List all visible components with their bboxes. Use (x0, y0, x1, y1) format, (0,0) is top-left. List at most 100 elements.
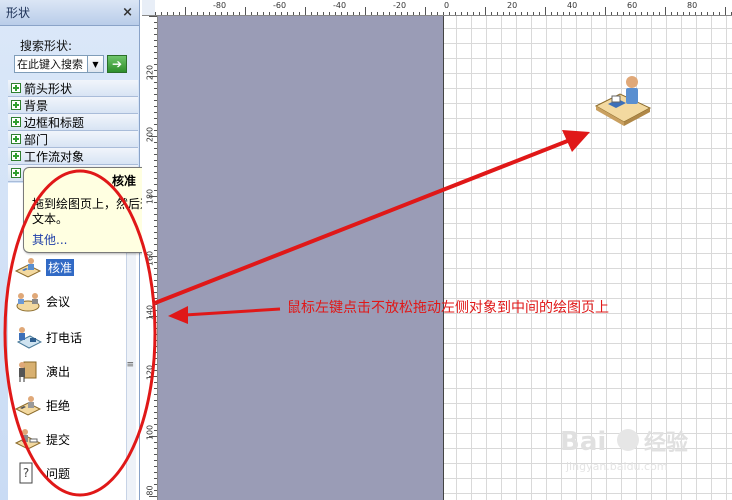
ruler-tick (623, 12, 624, 15)
ruler-tick (287, 12, 288, 15)
ruler-tick (149, 316, 157, 317)
ruler-tick (154, 46, 157, 47)
ruler-tick (503, 12, 504, 15)
ruler-tick-label: 60 (627, 1, 638, 10)
ruler-tick (539, 12, 540, 15)
shape-submit[interactable]: 提交 (14, 427, 70, 451)
stencil-category-departments[interactable]: 部门 (8, 131, 138, 148)
ruler-tick (154, 448, 157, 449)
ruler-tick (485, 7, 486, 15)
ruler-tick (154, 244, 157, 245)
ruler-tick-label: 220 (145, 64, 155, 81)
ruler-tick (317, 12, 318, 15)
ruler-tick (275, 12, 276, 15)
ruler-tick-label: 140 (145, 304, 155, 321)
close-icon[interactable]: × (122, 5, 133, 20)
ruler-tick (149, 16, 157, 17)
ruler-tick (154, 460, 157, 461)
ruler-tick (154, 358, 157, 359)
category-label: 部门 (24, 132, 49, 147)
ruler-tick (149, 196, 157, 197)
ruler-tick (215, 12, 216, 15)
stencil-icon (11, 168, 21, 178)
ruler-tick (239, 12, 240, 15)
ruler-tick (154, 394, 157, 395)
shape-label: 核准 (46, 258, 75, 276)
shape-label: 拒绝 (46, 398, 71, 413)
ruler-tick (154, 82, 157, 83)
scrollbar-grip-icon[interactable]: ≡ (126, 360, 133, 370)
ruler-tick (413, 12, 414, 15)
ruler-tick (629, 12, 630, 15)
search-shapes-label: 搜索形状: (20, 39, 73, 53)
ruler-tick (161, 12, 162, 15)
watermark-url: jingyan.baidu.com (565, 460, 668, 473)
shape-meeting[interactable]: 会议 (14, 289, 70, 313)
ruler-tick (154, 334, 157, 335)
ruler-tick (551, 12, 552, 15)
shapes-pane-title: 形状 (6, 6, 31, 20)
ruler-tick (154, 40, 157, 41)
ruler-tick (154, 400, 157, 401)
drawing-page-border (443, 16, 444, 500)
ruler-tick (719, 12, 720, 15)
ruler-tick (154, 124, 157, 125)
ruler-tick (647, 12, 648, 15)
stencil-icon (11, 100, 21, 110)
ruler-tick (154, 100, 157, 101)
ruler-tick (473, 12, 474, 15)
ruler-tick (563, 12, 564, 15)
stencil-category-backgrounds[interactable]: 背景 (8, 97, 138, 114)
ruler-tick (689, 12, 690, 15)
ruler-tick (401, 12, 402, 15)
ruler-tick (227, 12, 228, 15)
ruler-tick (154, 292, 157, 293)
ruler-tick (269, 12, 270, 15)
ruler-tick (293, 12, 294, 15)
shape-question[interactable]: ? 问题 (14, 461, 70, 485)
watermark-brand: Bai (560, 427, 606, 457)
ruler-tick (707, 12, 708, 15)
chevron-down-icon[interactable]: ▼ (88, 55, 104, 73)
ruler-tick (443, 12, 444, 15)
ruler-tick-label: 0 (444, 1, 450, 10)
ruler-tick (329, 12, 330, 15)
ruler-tick (581, 12, 582, 15)
ruler-tick (154, 28, 157, 29)
reject-icon (14, 396, 42, 416)
ruler-tick (149, 76, 157, 77)
ruler-tick-label: -20 (393, 1, 407, 10)
ruler-tick (154, 154, 157, 155)
shape-approve[interactable]: 核准 (14, 255, 75, 279)
ruler-tick (154, 226, 157, 227)
pasteboard[interactable] (158, 16, 444, 500)
search-input[interactable] (14, 55, 88, 73)
dropped-approve-shape-icon[interactable] (592, 72, 656, 128)
arrow-right-icon[interactable]: ➔ (107, 55, 127, 73)
ruler-tick (683, 12, 684, 15)
shape-reject[interactable]: 拒绝 (14, 393, 70, 417)
stencil-category-arrows[interactable]: 箭头形状 (8, 80, 138, 97)
shape-presentation[interactable]: 演出 (14, 359, 70, 383)
approve-icon (14, 258, 42, 278)
shape-phone-call[interactable]: 打电话 (14, 325, 82, 349)
ruler-tick-label: -60 (273, 1, 287, 10)
baidu-jingyan-watermark: Bai 经验 jingyan.baidu.com (560, 427, 688, 473)
ruler-tick (167, 12, 168, 15)
shape-label: 演出 (46, 364, 71, 379)
ruler-tick (203, 12, 204, 15)
ruler-tick (389, 12, 390, 15)
ruler-tick (154, 298, 157, 299)
ruler-tick (154, 424, 157, 425)
ruler-tick-label: 80 (687, 1, 698, 10)
ruler-tick (395, 12, 396, 15)
stencil-category-borders-titles[interactable]: 边框和标题 (8, 114, 138, 131)
shape-label: 打电话 (46, 330, 83, 345)
ruler-tick (149, 136, 157, 137)
ruler-tick (545, 7, 546, 15)
ruler-tick (154, 64, 157, 65)
stencil-category-workflow-objects[interactable]: 工作流对象 (8, 148, 138, 165)
category-label: 背景 (24, 98, 49, 113)
ruler-tick-label: 20 (507, 1, 518, 10)
ruler-tick (154, 328, 157, 329)
